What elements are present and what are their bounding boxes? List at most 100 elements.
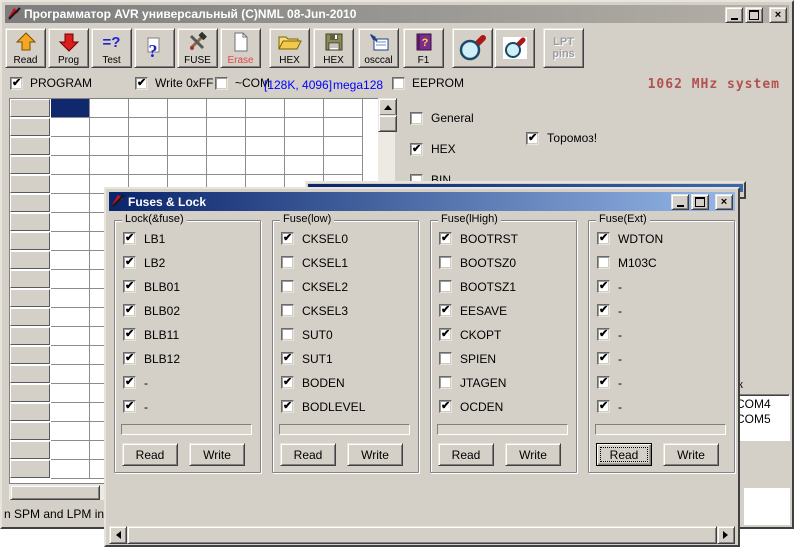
checkbox-icon[interactable] (410, 143, 423, 156)
checkbox-icon[interactable] (439, 256, 452, 269)
checkbox-icon[interactable] (597, 256, 610, 269)
dialog-hscroll-thumb[interactable] (127, 526, 717, 544)
checkbox-icon[interactable] (597, 280, 610, 293)
fuse-checkbox-cksel1[interactable]: CKSEL1 (281, 256, 348, 269)
fuse-checkbox-cksel2[interactable]: CKSEL2 (281, 280, 348, 293)
fuse-checkbox-reserved[interactable]: - (123, 376, 148, 389)
checkbox-icon[interactable] (123, 256, 136, 269)
side-option-hex[interactable]: HEX (410, 142, 456, 156)
grid-cell[interactable] (168, 118, 207, 137)
dialog-titlebar[interactable]: Fuses & Lock × (109, 192, 735, 211)
fuse-checkbox-reserved[interactable]: - (597, 280, 622, 293)
grid-cell[interactable] (51, 270, 90, 289)
fuse-checkbox-lb1[interactable]: LB1 (123, 232, 165, 245)
read-button[interactable]: Read (122, 443, 178, 466)
grid-cell[interactable] (90, 118, 129, 137)
checkbox-icon[interactable] (597, 376, 610, 389)
fuse-button[interactable]: FUSE (177, 28, 218, 68)
grid-cell[interactable] (324, 137, 363, 156)
selected-cell[interactable] (51, 99, 90, 118)
grid-cell[interactable] (129, 156, 168, 175)
grid-cell[interactable] (51, 441, 90, 460)
checkbox-icon[interactable] (135, 77, 148, 90)
option-program[interactable]: PROGRAM (10, 76, 92, 90)
fuse-checkbox-boden[interactable]: BODEN (281, 376, 345, 389)
option-eeprom[interactable]: EEPROM (392, 76, 464, 90)
row-header-cell[interactable] (10, 422, 50, 440)
fuse-checkbox-bodlevel[interactable]: BODLEVEL (281, 400, 365, 413)
grid-cell[interactable] (324, 99, 363, 118)
grid-cell[interactable] (129, 137, 168, 156)
row-header-cell[interactable] (10, 175, 50, 193)
fuse-checkbox-reserved[interactable]: - (123, 400, 148, 413)
fuse-value-field[interactable] (595, 424, 726, 435)
checkbox-icon[interactable] (123, 400, 136, 413)
checkbox-icon[interactable] (439, 352, 452, 365)
fuse-checkbox-bootrst[interactable]: BOOTRST (439, 232, 518, 245)
checkbox-icon[interactable] (597, 400, 610, 413)
grid-cell[interactable] (51, 156, 90, 175)
grid-cell[interactable] (207, 137, 246, 156)
checkbox-icon[interactable] (123, 376, 136, 389)
checkbox-icon[interactable] (597, 328, 610, 341)
checkbox-icon[interactable] (10, 77, 23, 90)
grid-cell[interactable] (51, 365, 90, 384)
com-port-item[interactable]: COM4 (736, 397, 789, 412)
close-button[interactable]: × (769, 7, 787, 23)
grid-cell[interactable] (246, 118, 285, 137)
checkbox-icon[interactable] (123, 280, 136, 293)
checkbox-icon[interactable] (597, 232, 610, 245)
grid-cell[interactable] (51, 308, 90, 327)
fuse-checkbox-bootsz0[interactable]: BOOTSZ0 (439, 256, 516, 269)
checkbox-icon[interactable] (281, 376, 294, 389)
checkbox-icon[interactable] (215, 77, 228, 90)
fuse-checkbox-ocden[interactable]: OCDEN (439, 400, 503, 413)
grid-cell[interactable] (285, 156, 324, 175)
grid-cell[interactable] (168, 99, 207, 118)
grid-cell[interactable] (324, 118, 363, 137)
row-header-cell[interactable] (10, 403, 50, 421)
fuse-checkbox-ckopt[interactable]: CKOPT (439, 328, 501, 341)
row-header-cell[interactable] (10, 232, 50, 250)
lpt-pins-button[interactable]: LPTpins (543, 28, 584, 68)
grid-cell[interactable] (207, 156, 246, 175)
grid-cell[interactable] (246, 99, 285, 118)
checkbox-icon[interactable] (281, 400, 294, 413)
zoom-in-button[interactable] (452, 28, 493, 68)
grid-cell[interactable] (246, 137, 285, 156)
checkbox-icon[interactable] (597, 304, 610, 317)
checkbox-icon[interactable] (123, 328, 136, 341)
dialog-maximize-button[interactable] (691, 194, 709, 210)
checkbox-icon[interactable] (281, 352, 294, 365)
grid-cell[interactable] (129, 118, 168, 137)
option--com[interactable]: ~COM (215, 76, 270, 90)
row-header-cell[interactable] (10, 194, 50, 212)
fuse-checkbox-reserved[interactable]: - (597, 400, 622, 413)
grid-cell[interactable] (51, 422, 90, 441)
osccal-button[interactable]: osccal (358, 28, 399, 68)
row-header-cell[interactable] (10, 270, 50, 288)
grid-cell[interactable] (51, 327, 90, 346)
fuse-checkbox-bootsz1[interactable]: BOOTSZ1 (439, 280, 516, 293)
grid-cell[interactable] (51, 232, 90, 251)
row-header-cell[interactable] (10, 384, 50, 402)
grid-cell[interactable] (90, 156, 129, 175)
checkbox-icon[interactable] (439, 280, 452, 293)
minimize-button[interactable] (725, 7, 743, 23)
fuse-checkbox-cksel3[interactable]: CKSEL3 (281, 304, 348, 317)
row-header-cell[interactable] (10, 327, 50, 345)
fuse-value-field[interactable] (279, 424, 410, 435)
checkbox-icon[interactable] (281, 304, 294, 317)
zoom-out-button[interactable] (494, 28, 535, 68)
prog-button[interactable]: Prog (48, 28, 89, 68)
fuse-value-field[interactable] (437, 424, 568, 435)
dialog-close-button[interactable]: × (715, 194, 733, 210)
grid-cell[interactable] (168, 156, 207, 175)
grid-cell[interactable] (51, 251, 90, 270)
grid-cell[interactable] (207, 118, 246, 137)
checkbox-icon[interactable] (281, 280, 294, 293)
row-header-cell[interactable] (10, 213, 50, 231)
option-write-0xff[interactable]: Write 0xFF (135, 76, 213, 90)
grid-cell[interactable] (51, 175, 90, 194)
checkbox-icon[interactable] (123, 232, 136, 245)
